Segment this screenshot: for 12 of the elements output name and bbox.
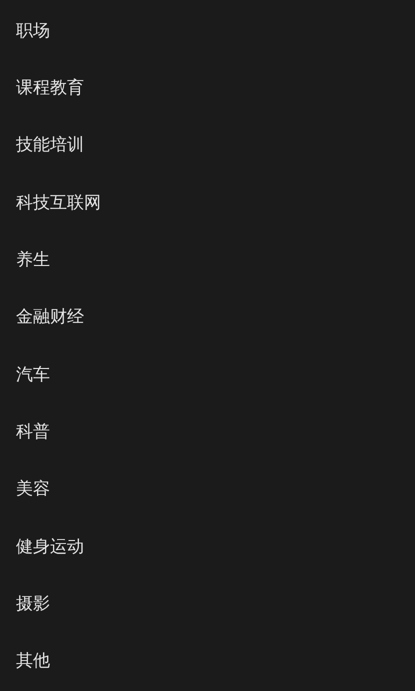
category-item[interactable]: 养生 [16,248,50,274]
category-item[interactable]: 职场 [16,18,50,44]
category-item[interactable]: 科普 [16,420,50,446]
category-item[interactable]: 摄影 [16,592,50,618]
category-item[interactable]: 课程教育 [16,76,84,102]
category-item[interactable]: 金融财经 [16,305,84,331]
category-item[interactable]: 汽车 [16,362,50,388]
category-item[interactable]: 技能培训 [16,133,84,159]
category-item[interactable]: 其他 [16,649,50,675]
category-item[interactable]: 美容 [16,477,50,503]
category-item[interactable]: 健身运动 [16,534,84,560]
category-item[interactable]: 科技互联网 [16,190,101,216]
